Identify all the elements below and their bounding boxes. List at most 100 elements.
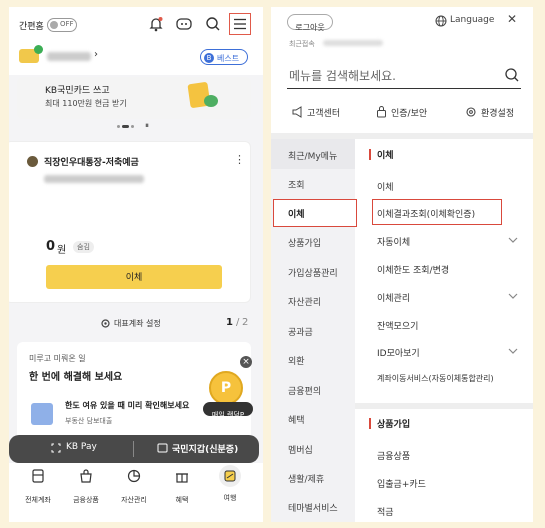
user-name-masked [47, 52, 91, 61]
menu-auto-transfer[interactable]: 자동이체 [377, 235, 410, 248]
category-convenience[interactable]: 금융편의 [288, 384, 321, 397]
todo-small-text: 미루고 미뤄온 일 [29, 354, 86, 363]
hide-balance-button[interactable]: 숨김 [73, 241, 94, 253]
category-product-signup[interactable]: 상품가입 [288, 236, 321, 249]
simple-home-label: 간편홈 [19, 22, 44, 32]
close-icon[interactable]: ✕ [507, 12, 517, 26]
todo-item-title[interactable]: 한도 여유 있을 때 미리 확인해보세요 [65, 400, 189, 411]
chevron-down-icon[interactable] [508, 348, 518, 354]
nav-label: 금융상품 [73, 496, 99, 504]
lock-icon [377, 106, 386, 118]
section-marker [369, 149, 371, 160]
category-inquiry[interactable]: 조회 [288, 178, 305, 191]
full-menu-screen: 로그아웃 Language ✕ 최근접속 메뉴를 검색해보세요. 고객센터 인증… [271, 7, 533, 522]
scan-icon [51, 443, 61, 453]
nav-label: 여행 [223, 494, 237, 502]
auth-security-link[interactable]: 인증/보안 [391, 106, 427, 119]
page-total: 2 [242, 317, 249, 328]
chevron-down-icon[interactable] [508, 237, 518, 243]
plane-icon [219, 465, 241, 487]
megaphone-icon [292, 106, 302, 118]
close-icon[interactable]: × [240, 356, 252, 368]
gear-icon [466, 107, 476, 117]
nav-travel[interactable]: 여행 [207, 465, 253, 503]
category-life-partner[interactable]: 생활/제휴 [288, 472, 324, 485]
chatbot-icon[interactable] [175, 16, 193, 32]
search-icon[interactable] [205, 16, 221, 32]
category-transfer[interactable] [273, 199, 357, 227]
balance-currency: 원 [57, 245, 67, 256]
account-name[interactable]: 직장인우대통장-저축예금 [44, 155, 139, 168]
category-benefits[interactable]: 혜택 [288, 413, 305, 426]
nav-all-accounts[interactable]: 전체계좌 [15, 469, 61, 505]
gear-icon [101, 319, 110, 328]
wallet-button[interactable]: 국민지갑(신분증) [172, 442, 238, 455]
category-membership[interactable]: 멤버십 [288, 443, 313, 456]
category-product-management[interactable]: 가입상품관리 [288, 266, 338, 279]
transfer-button[interactable]: 이체 [46, 265, 222, 289]
category-theme-services[interactable]: 테마별서비스 [288, 501, 338, 514]
logout-label: 로그아웃 [295, 23, 325, 32]
pie-chart-icon [127, 469, 141, 483]
promo-subtitle: 최대 110만원 현금 받기 [45, 99, 127, 108]
search-icon[interactable] [504, 67, 520, 83]
nav-products[interactable]: 금융상품 [63, 469, 109, 505]
menu-financial-products[interactable]: 금융상품 [377, 449, 410, 462]
banner-indicator [117, 125, 139, 128]
menu-account-switch[interactable]: 계좌이동서비스(자동이체통합관리) [377, 373, 494, 384]
globe-icon [435, 15, 447, 27]
last-access-time-masked [323, 40, 383, 46]
category-forex[interactable]: 외환 [288, 354, 305, 367]
menu-transfer[interactable]: 이체 [377, 180, 394, 193]
simple-home-toggle[interactable]: OFF [47, 18, 77, 32]
best-button[interactable]: B 베스트 [200, 49, 248, 65]
nav-benefits[interactable]: 혜택 [159, 469, 205, 505]
language-button[interactable]: Language [450, 15, 494, 25]
section-marker [369, 418, 371, 429]
search-placeholder: 메뉴를 검색해보세요. [289, 69, 396, 83]
category-utility-bills[interactable]: 공과금 [288, 325, 313, 338]
document-icon [32, 469, 44, 483]
menu-transfer-management[interactable]: 이체관리 [377, 291, 410, 304]
menu-deposit-card[interactable]: 입출금+카드 [377, 477, 426, 490]
promo-title: KB국민카드 쓰고 [45, 86, 110, 96]
random-point-badge[interactable]: 매일 랜덤P [203, 402, 253, 419]
menu-transfer-limit[interactable]: 이체한도 조회/변경 [377, 263, 449, 276]
menu-balance-gather[interactable]: 잔액모으기 [377, 319, 418, 332]
best-label: 베스트 [217, 54, 240, 63]
kb-logo-icon [27, 156, 38, 167]
category-column [271, 139, 355, 522]
main-account-setting-link[interactable]: 대표계좌 설정 [114, 318, 161, 329]
kb-pay-button[interactable]: KB Pay [66, 442, 97, 452]
settings-link[interactable]: 환경설정 [481, 106, 514, 119]
bell-icon[interactable] [149, 16, 163, 32]
customer-center-link[interactable]: 고객센터 [307, 106, 340, 119]
more-icon[interactable]: ⋮ [234, 153, 245, 166]
best-badge-icon: B [204, 53, 214, 63]
random-point-label: 매일 랜덤P [211, 411, 245, 419]
wallet-icon [157, 443, 168, 453]
nav-label: 자산관리 [121, 496, 147, 504]
category-recent[interactable]: 최근/My메뉴 [288, 149, 337, 162]
pause-icon[interactable]: ⏸ [145, 121, 149, 131]
category-transfer-label: 이체 [288, 210, 305, 220]
todo-title: 한 번에 해결해 보세요 [29, 372, 123, 383]
menu-id-gather[interactable]: ID모아보기 [377, 346, 420, 359]
toggle-knob [50, 21, 58, 29]
menu-transfer-result[interactable]: 이체결과조회(이체확인증) [377, 207, 475, 220]
category-asset[interactable]: 자산관리 [288, 295, 321, 308]
gift-icon [176, 473, 188, 483]
point-coin-icon[interactable]: P [209, 371, 243, 405]
menu-savings[interactable]: 적금 [377, 505, 394, 518]
todo-item-subtitle: 부동산 담보대출 [65, 417, 113, 425]
chevron-right-icon[interactable]: › [94, 49, 98, 60]
transfer-button-label: 이체 [125, 273, 143, 283]
account-number-masked [44, 175, 144, 183]
nav-asset-management[interactable]: 자산관리 [111, 469, 157, 505]
chevron-down-icon[interactable] [508, 293, 518, 299]
section-product-title: 상품가입 [377, 420, 411, 430]
page-separator: / [236, 317, 240, 328]
menu-button[interactable] [229, 13, 251, 35]
hamburger-icon [234, 18, 246, 30]
logout-button[interactable]: 로그아웃 [287, 14, 333, 32]
